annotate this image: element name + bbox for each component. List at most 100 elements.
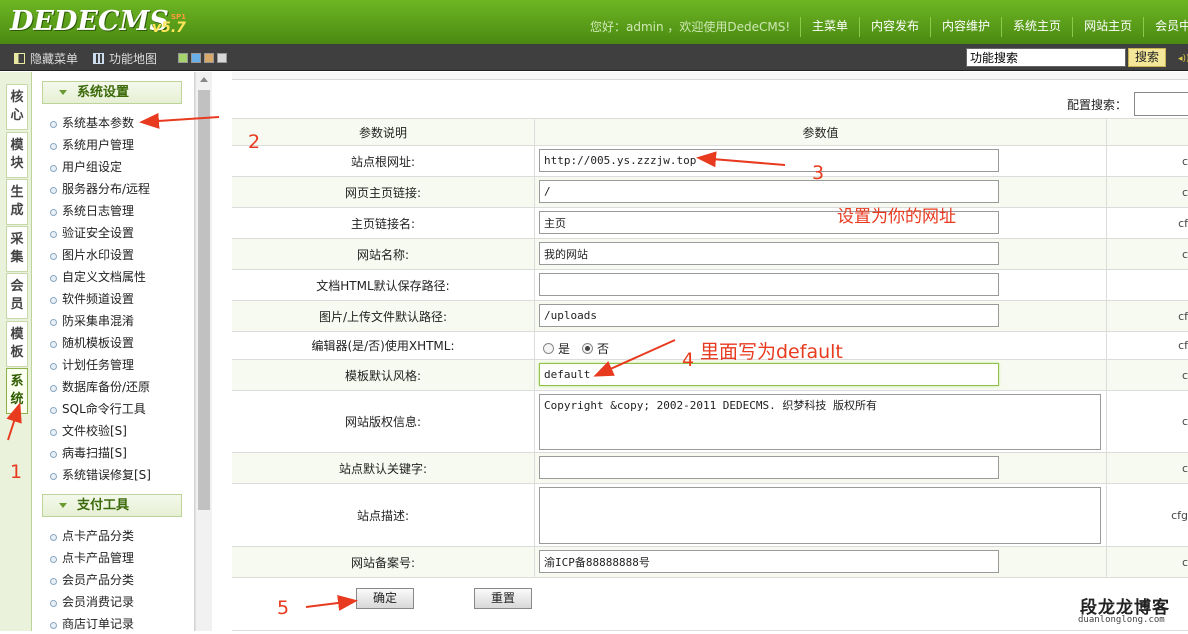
menu-group-system-settings[interactable]: 系统设置 [42,81,182,104]
table-row: 网站版权信息: Copyright &copy; 2002-2011 DEDEC… [232,390,1188,452]
radio-dot [582,343,593,354]
skin-swatch-blue[interactable] [191,53,201,63]
keywords-input[interactable] [539,456,999,479]
toolbar: 隐藏菜单 功能地图 搜索 ◂)) [0,44,1188,71]
site-url-input[interactable] [539,149,999,172]
row-label: 网站备案号: [232,547,535,577]
menu-group-title: 系统设置 [77,85,130,100]
config-search-input[interactable] [1134,92,1188,116]
table-row: 主页链接名: cf [232,207,1188,238]
menu-item-virus-scan[interactable]: 病毒扫描[S] [50,443,127,463]
nav-content-publish[interactable]: 内容发布 [859,17,930,37]
scroll-up-icon[interactable] [200,77,208,82]
menu-item-user-manage[interactable]: 系统用户管理 [50,135,134,155]
menu-item-file-check[interactable]: 文件校验[S] [50,421,127,441]
skin-swatch-gray[interactable] [217,53,227,63]
header-var-col [1107,119,1188,145]
menu-item-shop-orders[interactable]: 商店订单记录 [50,614,134,634]
annotation-step-5: 5 [277,597,290,619]
hide-menu-label: 隐藏菜单 [30,52,79,66]
main-area: 核心 模块 生成 采集 会员 模板 系统 系统设置 系统基本参数 系统用户管理 … [0,72,1188,631]
table-row: 站点默认关键字: c [232,452,1188,483]
menu-item-soft-channel[interactable]: 软件频道设置 [50,289,134,309]
nav-main-menu[interactable]: 主菜单 [800,17,859,37]
row-var [1107,270,1188,300]
annotation-set-url: 设置为你的网址 [837,207,956,227]
watermark-url: duanlonglong.com [1078,615,1165,625]
row-var: cf [1178,309,1188,323]
row-label: 站点描述: [232,484,535,546]
description-textarea[interactable] [539,487,1101,544]
radio-label: 否 [597,342,610,356]
menu-item-sql-tool[interactable]: SQL命令行工具 [50,399,146,419]
signal-icon: ◂)) [1178,54,1188,64]
skin-swatch-green[interactable] [178,53,188,63]
tab-collect[interactable]: 采集 [6,226,28,272]
menu-item-member-product[interactable]: 会员产品分类 [50,570,134,590]
menu-group-pay-tools[interactable]: 支付工具 [42,494,182,517]
menu-item-card-category[interactable]: 点卡产品分类 [50,526,134,546]
tab-core[interactable]: 核心 [6,84,28,130]
template-style-input[interactable] [539,363,999,386]
annotation-step-2: 2 [248,131,261,153]
row-label: 站点默认关键字: [232,453,535,483]
menu-item-db-backup[interactable]: 数据库备份/还原 [50,377,150,397]
dedecms-logo: DEDECMS [10,6,169,37]
reset-button[interactable]: 重置 [474,588,532,609]
table-row: 站点描述: cfg [232,483,1188,546]
row-var: c [1181,154,1188,168]
tab-module[interactable]: 模块 [6,132,28,178]
scroll-thumb[interactable] [198,90,210,510]
menu-item-error-fix[interactable]: 系统错误修复[S] [50,465,151,485]
tab-template[interactable]: 模板 [6,321,28,367]
menu-item-server-remote[interactable]: 服务器分布/远程 [50,179,150,199]
nav-site-home[interactable]: 网站主页 [1072,17,1143,37]
menu-item-usergroup[interactable]: 用户组设定 [50,157,122,177]
menu-item-security[interactable]: 验证安全设置 [50,223,134,243]
menu-item-basic-params[interactable]: 系统基本参数 [50,113,134,133]
site-name-input[interactable] [539,242,999,265]
menu-item-anti-collect[interactable]: 防采集串混淆 [50,311,134,331]
radio-dot [543,343,554,354]
tab-generate[interactable]: 生成 [6,179,28,225]
icp-number-input[interactable] [539,550,999,573]
header-value-col: 参数值 [535,119,1107,145]
homepage-link-input[interactable] [539,180,999,203]
copyright-textarea[interactable]: Copyright &copy; 2002-2011 DEDECMS. 织梦科技… [539,394,1101,450]
menu-item-task[interactable]: 计划任务管理 [50,355,134,375]
menu-item-watermark[interactable]: 图片水印设置 [50,245,134,265]
upload-path-input[interactable] [539,304,999,327]
row-label: 图片/上传文件默认路径: [232,301,535,331]
table-header-row: 参数说明 参数值 [232,118,1188,145]
row-var: cf [1178,339,1188,352]
row-var: cf [1178,216,1188,230]
function-search-input[interactable] [966,48,1126,67]
hide-menu-button[interactable]: 隐藏菜单 [14,50,78,67]
menu-item-doc-attr[interactable]: 自定义文档属性 [50,267,146,287]
nav-content-maintain[interactable]: 内容维护 [930,17,1001,37]
nav-member-center[interactable]: 会员中 [1143,17,1188,37]
config-search-label: 配置搜索： [1067,98,1128,112]
row-label: 编辑器(是/否)使用XHTML: [232,332,535,359]
menu-item-card-manage[interactable]: 点卡产品管理 [50,548,134,568]
sidebar-scrollbar[interactable] [195,72,212,631]
menu-item-system-log[interactable]: 系统日志管理 [50,201,134,221]
tab-system[interactable]: 系统 [6,368,28,414]
tab-member[interactable]: 会员 [6,273,28,319]
ok-button[interactable]: 确定 [356,588,414,609]
xhtml-yes-radio[interactable]: 是 [543,340,570,357]
html-path-input[interactable] [539,273,999,296]
content-top-strip [232,72,1188,80]
sidebar-menu: 系统设置 系统基本参数 系统用户管理 用户组设定 服务器分布/远程 系统日志管理… [32,72,195,631]
nav-system-home[interactable]: 系统主页 [1001,17,1072,37]
top-nav: 主菜单 内容发布 内容维护 系统主页 网站主页 会员中 [800,17,1188,37]
skin-swatch-brown[interactable] [204,53,214,63]
function-search-button[interactable]: 搜索 [1128,48,1166,67]
version-label: v5.7 [152,20,186,36]
row-label: 文档HTML默认保存路径: [232,270,535,300]
xhtml-no-radio[interactable]: 否 [582,340,609,357]
menu-item-random-template[interactable]: 随机模板设置 [50,333,134,353]
row-var: c [1181,461,1188,475]
function-map-button[interactable]: 功能地图 [93,50,157,67]
menu-item-member-consume[interactable]: 会员消费记录 [50,592,134,612]
